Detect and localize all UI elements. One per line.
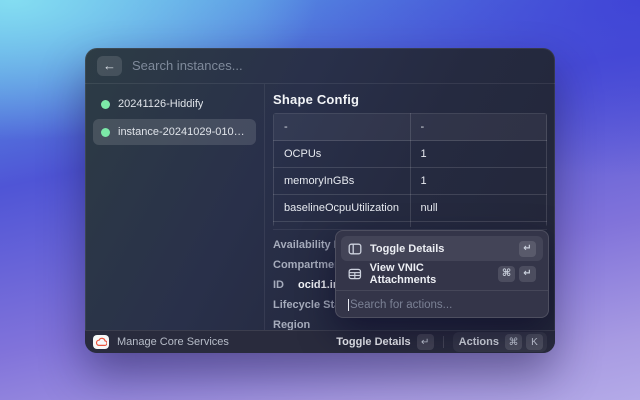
actions-button-label: Actions	[457, 336, 501, 348]
panel-left-icon	[348, 242, 362, 256]
action-item-toggle-details[interactable]: Toggle Details ↵	[341, 236, 543, 261]
search-header: ←	[85, 48, 555, 84]
command-palette-window: ← 20241126-Hiddify instance-20241029-010…	[85, 48, 555, 353]
primary-action-button[interactable]: Toggle Details	[336, 336, 410, 348]
list-item-instance-1[interactable]: 20241126-Hiddify	[93, 91, 256, 117]
search-input[interactable]	[132, 58, 543, 73]
action-item-label: View VNIC Attachments	[370, 262, 490, 286]
back-arrow-icon: ←	[103, 58, 116, 73]
status-dot-icon	[101, 100, 110, 109]
list-item-instance-2-selected[interactable]: instance-20241029-0105-Hesti…	[93, 119, 256, 145]
table-cell-key: memoryInGBs	[274, 168, 411, 195]
extension-name: Manage Core Services	[117, 336, 229, 348]
metadata-label: Region	[273, 319, 310, 330]
table-row: memoryInGBs 1	[274, 168, 547, 195]
return-key-icon: ↵	[519, 241, 536, 257]
popup-search-row	[336, 293, 548, 317]
table-cell-value: null	[410, 195, 547, 222]
footer-bar: Manage Core Services Toggle Details ↵ Ac…	[85, 330, 555, 353]
command-key-icon: ⌘	[505, 334, 522, 350]
table-cell-value: -	[410, 114, 547, 141]
list-item-label: instance-20241029-0105-Hesti…	[118, 126, 248, 138]
table-cell-key: OCPUs	[274, 141, 411, 168]
return-key-icon: ↵	[417, 334, 434, 350]
oracle-cloud-app-icon	[93, 335, 109, 349]
table-row: baselineOcpuUtilization null	[274, 195, 547, 222]
table-cell-key: baselineOcpuUtilization	[274, 195, 411, 222]
shape-config-table: - - OCPUs 1 memoryInGBs 1 baselineOcpuUt…	[273, 113, 547, 227]
actions-search-input[interactable]	[350, 299, 536, 311]
table-row-clipped	[274, 222, 547, 228]
table-row: OCPUs 1	[274, 141, 547, 168]
command-key-icon: ⌘	[498, 266, 515, 282]
footer-separator	[443, 336, 444, 348]
table-row: - -	[274, 114, 547, 141]
action-item-label: Toggle Details	[370, 243, 444, 255]
table-cell-value: 1	[410, 141, 547, 168]
popup-divider	[336, 290, 548, 291]
action-item-view-vnic-attachments[interactable]: View VNIC Attachments ⌘ ↵	[341, 261, 543, 286]
table-cell-value: 1	[410, 168, 547, 195]
detail-title: Shape Config	[273, 92, 547, 107]
table-icon	[348, 267, 362, 281]
actions-popup: Toggle Details ↵ View VNIC Attachments ⌘…	[335, 230, 549, 318]
status-dot-icon	[101, 128, 110, 137]
table-cell-key: -	[274, 114, 411, 141]
text-cursor	[348, 299, 349, 311]
actions-menu-button[interactable]: Actions ⌘ K	[453, 332, 547, 352]
list-item-label: 20241126-Hiddify	[118, 98, 203, 110]
instance-list: 20241126-Hiddify instance-20241029-0105-…	[85, 84, 265, 330]
back-button[interactable]: ←	[97, 56, 122, 76]
return-key-icon: ↵	[519, 266, 536, 282]
k-key-icon: K	[526, 334, 543, 350]
metadata-label: ID	[273, 279, 284, 291]
